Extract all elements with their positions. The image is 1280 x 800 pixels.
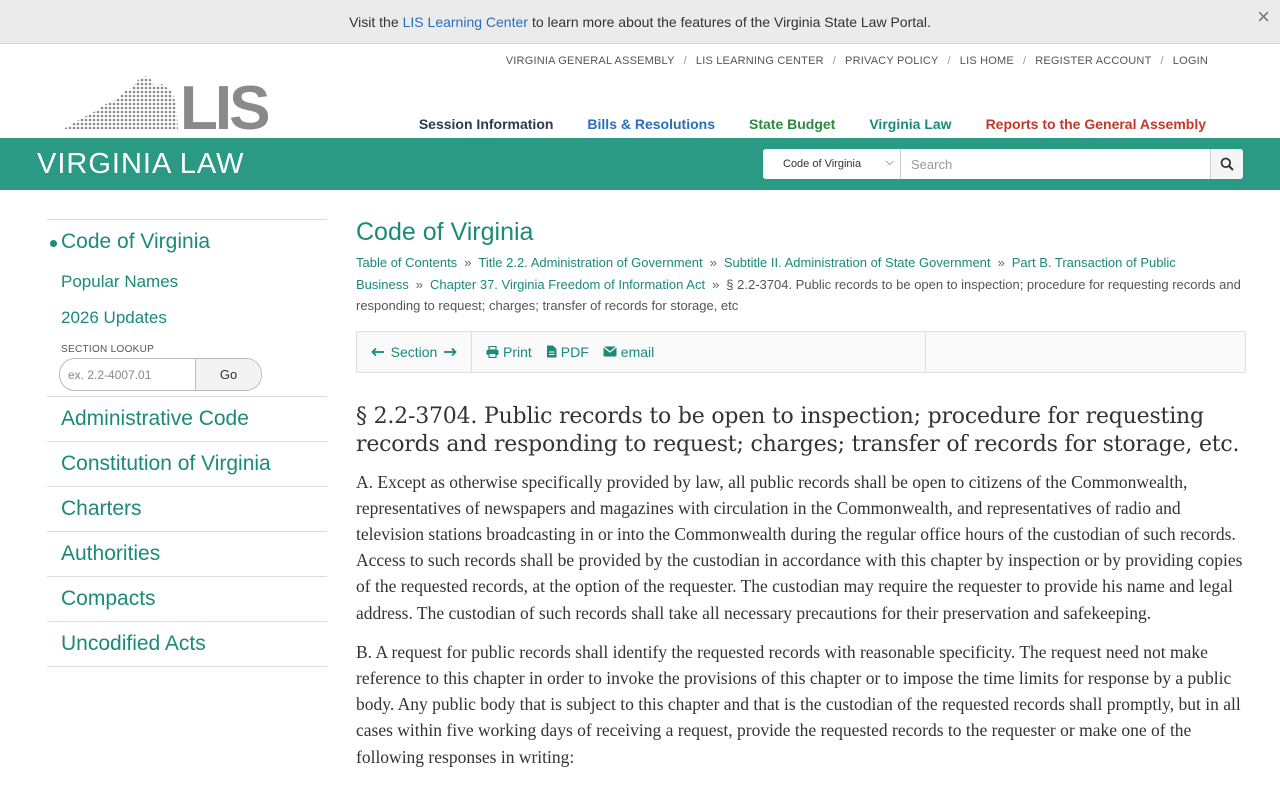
section-toolbar: Section Print PDF email (356, 330, 1246, 373)
sidebar-item-charters[interactable]: Charters (47, 486, 327, 531)
sidebar: Code of Virginia Popular Names 2026 Upda… (47, 219, 327, 667)
lis-logo[interactable]: LIS (64, 74, 271, 143)
section-lookup-input[interactable]: ex. 2.2-4007.01 (60, 359, 196, 390)
sidebar-subitem-popular-names[interactable]: Popular Names (47, 264, 327, 300)
notice-suffix: to learn more about the features of the … (531, 13, 931, 30)
arrow-left-icon[interactable] (370, 347, 385, 357)
search-icon (1220, 157, 1234, 171)
page-title: Code of Virginia (356, 218, 534, 246)
print-label: Print (503, 343, 532, 360)
topnav-privacy-policy[interactable]: PRIVACY POLICY (845, 55, 938, 67)
active-dot-icon (50, 240, 57, 247)
email-label: email (620, 343, 655, 360)
breadcrumb: Table of Contents» Title 2.2. Administrat… (356, 255, 1241, 313)
section-heading: § 2.2-3704. Public records to be open to… (356, 403, 1240, 457)
notice-prefix: Visit the (349, 13, 399, 30)
pdf-label: PDF (560, 343, 589, 360)
notice-learning-center-link[interactable]: LIS Learning Center (403, 14, 528, 30)
notice-bar: Visit the LIS Learning Center to learn m… (0, 0, 1280, 44)
print-button[interactable]: Print (486, 344, 532, 360)
pdf-button[interactable]: PDF (546, 344, 589, 360)
breadcrumb-title[interactable]: Title 2.2. Administration of Government (478, 255, 702, 270)
topnav-lis-home[interactable]: LIS HOME (960, 55, 1014, 67)
search-input[interactable]: Search (901, 149, 1210, 179)
breadcrumb-subtitle[interactable]: Subtitle II. Administration of State Gov… (724, 255, 991, 270)
topnav-login[interactable]: LOGIN (1173, 55, 1208, 67)
print-icon (486, 345, 499, 358)
main-nav: Session Information Bills & Resolutions … (419, 116, 1206, 132)
search-scope-value: Code of Virginia (783, 158, 862, 170)
topnav-separator: / (947, 55, 951, 67)
sidebar-item-constitution[interactable]: Constitution of Virginia (47, 441, 327, 486)
close-icon[interactable]: × (1257, 6, 1270, 28)
email-button[interactable]: email (603, 344, 654, 360)
breadcrumb-chapter[interactable]: Chapter 37. Virginia Freedom of Informat… (430, 277, 705, 292)
search-bar: Code of Virginia ⌵ Search (763, 149, 1243, 179)
topnav-separator: / (683, 55, 687, 67)
topnav-separator: / (1022, 55, 1027, 67)
section-lookup-go-button[interactable]: Go (196, 359, 261, 390)
topnav-separator: / (1160, 55, 1164, 67)
virginia-map-icon: LIS (64, 74, 271, 143)
nav-virginia-law[interactable]: Virginia Law (869, 116, 951, 132)
top-nav: VIRGINIA GENERAL ASSEMBLY / LIS LEARNING… (506, 55, 1208, 67)
sidebar-subitem-updates[interactable]: 2026 Updates (47, 300, 327, 336)
chevron-down-icon: ⌵ (885, 156, 894, 168)
sidebar-item-code-of-virginia[interactable]: Code of Virginia (47, 220, 327, 264)
section-nav-label: Section (390, 343, 438, 360)
section-nav: Section (357, 331, 472, 372)
breadcrumb-toc[interactable]: Table of Contents (356, 255, 457, 270)
sidebar-item-label: Code of Virginia (61, 230, 211, 253)
section-paragraph-b: B. A request for public records shall id… (356, 641, 1241, 767)
topnav-separator: / (832, 55, 837, 67)
topnav-learning-center[interactable]: LIS LEARNING CENTER (696, 55, 824, 67)
section-paragraph-a: A. Except as otherwise specifically prov… (356, 471, 1243, 623)
topnav-register-account[interactable]: REGISTER ACCOUNT (1035, 55, 1151, 67)
sidebar-item-compacts[interactable]: Compacts (47, 576, 327, 621)
section-lookup-label: SECTION LOOKUP (61, 344, 155, 355)
nav-bills-resolutions[interactable]: Bills & Resolutions (587, 116, 715, 132)
main-content: Code of Virginia Table of Contents» Title… (356, 218, 1246, 783)
banner-title: VIRGINIA LAW (37, 148, 245, 180)
svg-text:LIS: LIS (180, 74, 268, 132)
section-lookup: ex. 2.2-4007.01 Go (59, 358, 262, 391)
topnav-general-assembly[interactable]: VIRGINIA GENERAL ASSEMBLY (506, 55, 675, 67)
sidebar-item-authorities[interactable]: Authorities (47, 531, 327, 576)
share-actions: Print PDF email (472, 331, 926, 372)
nav-reports[interactable]: Reports to the General Assembly (986, 116, 1206, 132)
section-banner: VIRGINIA LAW Code of Virginia ⌵ Search (0, 138, 1280, 190)
envelope-icon (603, 346, 617, 357)
arrow-right-icon[interactable] (443, 347, 458, 357)
sidebar-item-uncodified-acts[interactable]: Uncodified Acts (47, 621, 327, 666)
nav-state-budget[interactable]: State Budget (749, 116, 835, 132)
file-pdf-icon (546, 345, 557, 358)
sidebar-item-administrative-code[interactable]: Administrative Code (47, 396, 327, 441)
search-button[interactable] (1210, 149, 1243, 179)
nav-session-information[interactable]: Session Information (419, 116, 554, 132)
search-scope-select[interactable]: Code of Virginia ⌵ (763, 149, 901, 179)
